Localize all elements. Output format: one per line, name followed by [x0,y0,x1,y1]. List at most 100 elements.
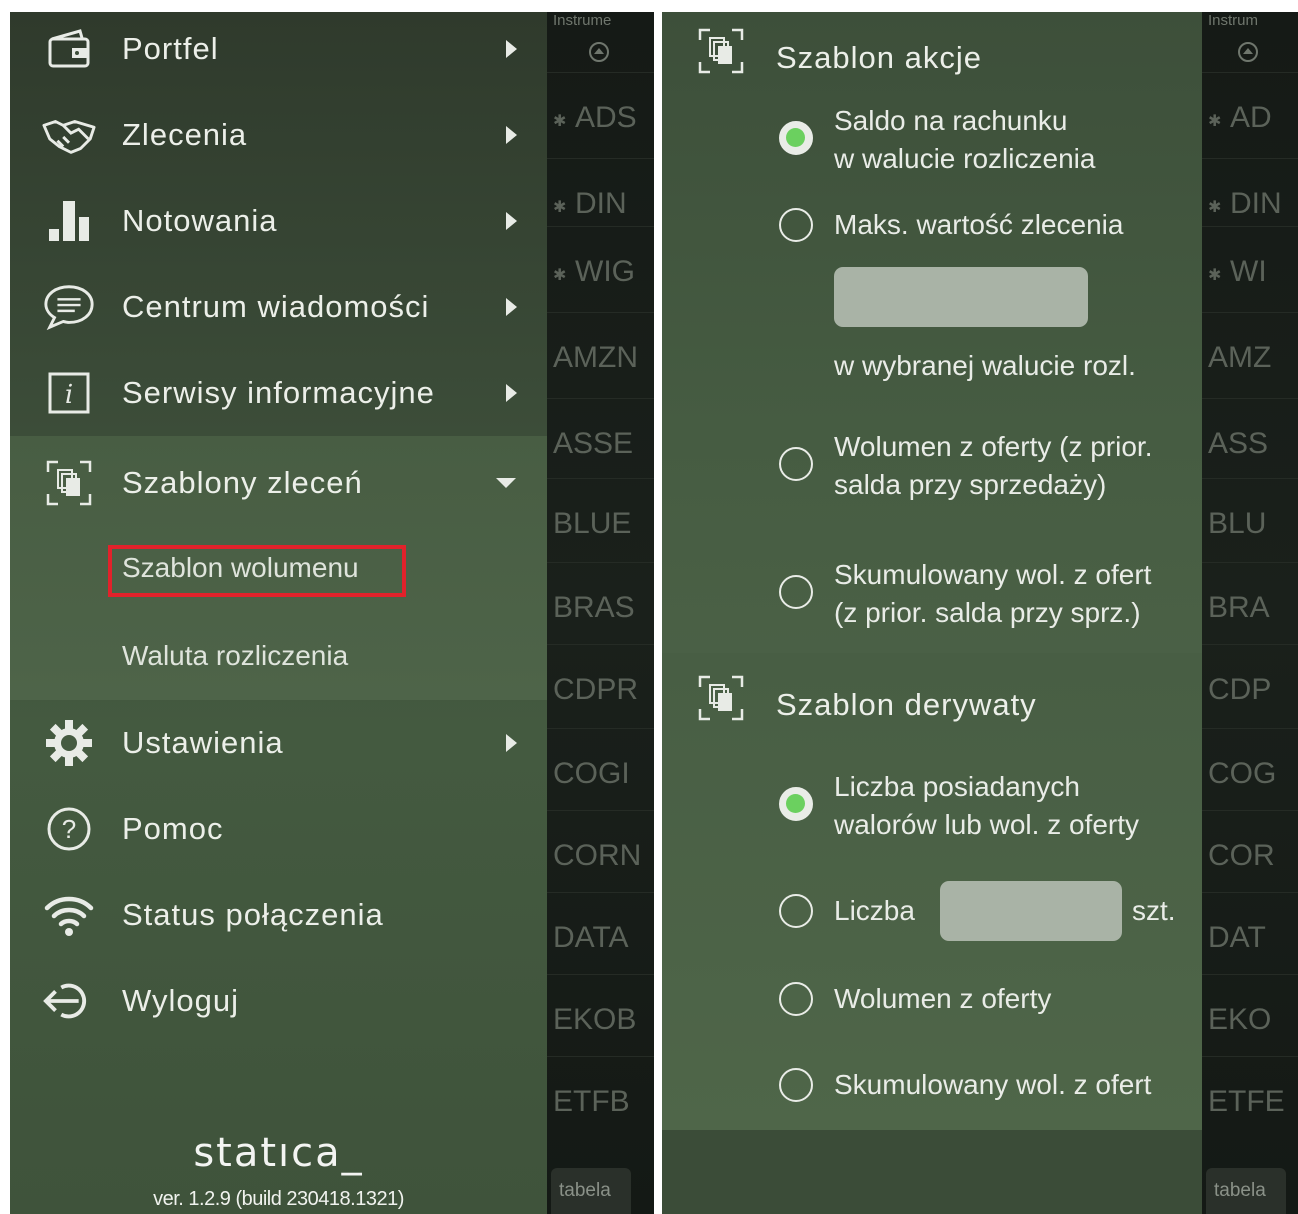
instrument-symbol: DIN [575,187,627,220]
panel-footer [662,1130,1202,1214]
version-text: ver. 1.2.9 (build 230418.1321) [153,1188,404,1210]
instrument-symbol: BRA [1208,591,1270,624]
instrument-row[interactable]: COGI [547,728,654,814]
menu-item-notowania[interactable]: Notowania [10,178,547,264]
option-label: walorów lub wol. z oferty [834,809,1140,840]
menu-item-wyloguj[interactable]: Wyloguj [10,958,547,1044]
section-title: Szablon akcje [776,40,983,75]
instrument-symbol: EKO [1208,1003,1272,1036]
instrument-row[interactable]: DAT [1202,892,1298,978]
menu-item-label: Centrum wiadomości [122,289,430,324]
svg-text:?: ? [62,814,76,844]
handshake-icon [42,108,96,162]
instrument-symbol: ASSE [553,427,634,460]
radio-unselected[interactable] [779,982,813,1016]
pin-icon: ✱ [1208,113,1222,130]
option-note: w wybranej walucie rozl. [834,350,1136,381]
menu-item-label: Notowania [122,203,278,238]
instrument-symbol: AMZ [1208,341,1272,374]
radio-unselected[interactable] [779,447,813,481]
max-value-input[interactable] [834,267,1088,327]
menu-item-label: Pomoc [122,811,224,846]
instrument-row[interactable]: ASSE [547,398,654,484]
table-tab[interactable]: tabela [1206,1168,1286,1214]
menu-item-label: Serwisy informacyjne [122,375,435,410]
instrument-row[interactable]: AMZ [1202,312,1298,398]
highlight-frame [108,545,406,597]
instrument-symbol: COG [1208,757,1277,790]
chevron-right-icon [506,298,517,316]
menu-item-centrum-wiadomosci[interactable]: Centrum wiadomości [10,264,547,350]
instrument-symbol: CDP [1208,673,1272,706]
menu-item-status-polaczenia[interactable]: Status połączenia [10,872,547,958]
instrument-row[interactable]: ✱ WIG [547,226,654,312]
instrument-row[interactable]: ETFB [547,1056,654,1142]
option-label: Maks. wartość zlecenia [834,209,1124,240]
radio-unselected[interactable] [779,894,813,928]
radio-unselected[interactable] [779,1068,813,1102]
chevron-right-icon [506,126,517,144]
menu-item-zlecenia[interactable]: Zlecenia [10,92,547,178]
menu-item-pomoc[interactable]: ? Pomoc [10,786,547,872]
radio-unselected[interactable] [779,208,813,242]
instrument-row[interactable]: AMZN [547,312,654,398]
instrument-row[interactable]: BRA [1202,562,1298,648]
table-tab-label: tabela [559,1180,611,1201]
radio-selected[interactable] [779,787,813,821]
bar-chart-icon [42,194,96,248]
section-title: Szablon derywaty [776,687,1037,722]
instrument-symbol: CORN [553,839,642,872]
radio-unselected[interactable] [779,575,813,609]
templates-screen: Instrum ✱ AD ✱ DIN ✱ WI AMZ ASS BLU BRA CDP… [662,12,1298,1214]
instrument-row[interactable]: COG [1202,728,1298,814]
unit-label: szt. [1132,895,1176,926]
chevron-right-icon [506,40,517,58]
instrument-row[interactable]: ✱ WI [1202,226,1298,312]
instrument-symbol: DIN [1230,187,1282,220]
instrument-row[interactable]: ✱ ADS [547,72,654,158]
instrument-row[interactable]: ✱ AD [1202,72,1298,158]
option-label: (z prior. salda przy sprz.) [834,597,1141,628]
menu-item-serwisy-informacyjne[interactable]: i Serwisy informacyjne [10,350,547,436]
instrument-row[interactable]: ETFE [1202,1056,1298,1142]
instrument-row[interactable]: EKOB [547,974,654,1060]
instrument-row[interactable]: ASS [1202,398,1298,484]
instrument-row[interactable]: BRAS [547,562,654,648]
instrument-row[interactable]: DATA [547,892,654,978]
table-tab[interactable]: tabela [551,1168,631,1214]
instrument-row[interactable]: BLUE [547,478,654,564]
template-icon [698,675,748,725]
instrument-symbol: WI [1230,255,1267,288]
pin-icon: ✱ [553,199,567,216]
instrument-symbol: BRAS [553,591,635,624]
menu-item-portfel[interactable]: Portfel [10,12,547,92]
table-tab-label: tabela [1214,1180,1266,1201]
section-header-derywaty: Szablon derywaty [662,665,1202,735]
instrument-symbol: WIG [575,255,635,288]
instrument-row[interactable]: CDPR [547,644,654,730]
menu-item-szablony-zlecen[interactable]: Szablony zleceń [10,440,547,526]
chevron-right-icon [506,734,517,752]
menu-item-label: Ustawienia [122,725,284,760]
pin-icon: ✱ [553,267,567,284]
menu-item-label: Zlecenia [122,117,248,152]
quantity-input[interactable] [940,881,1122,941]
instrument-symbol: CDPR [553,673,639,706]
option-label: w walucie rozliczenia [834,143,1096,174]
instrument-row[interactable]: BLU [1202,478,1298,564]
instrument-row[interactable]: COR [1202,810,1298,896]
option-label: Saldo na rachunku [834,105,1068,136]
sort-icon[interactable] [589,42,609,62]
instrument-row[interactable]: CORN [547,810,654,896]
logout-icon [42,974,96,1028]
radio-selected[interactable] [779,121,813,155]
menu-item-label: Portfel [122,31,219,66]
instrument-symbol: BLU [1208,507,1267,540]
instrument-row[interactable]: CDP [1202,644,1298,730]
side-menu: Portfel Zlecenia Notowania Centrum wiado… [10,12,547,1214]
template-icon [698,28,748,78]
instrument-row[interactable]: EKO [1202,974,1298,1060]
sort-icon[interactable] [1238,42,1258,62]
menu-item-ustawienia[interactable]: Ustawienia [10,700,547,786]
submenu-item-waluta-rozliczenia[interactable]: Waluta rozliczenia [122,640,348,672]
